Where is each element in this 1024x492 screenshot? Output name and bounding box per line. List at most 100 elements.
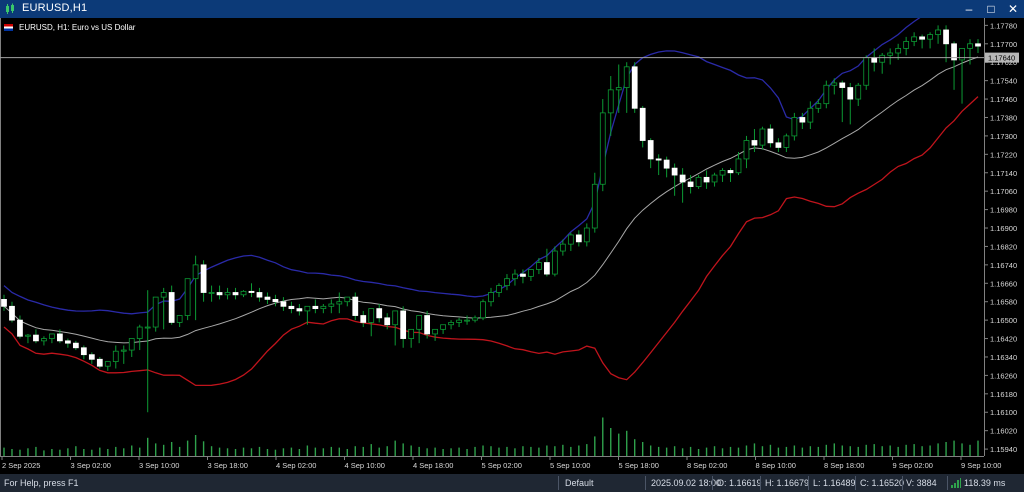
time-tick-label: 8 Sep 02:00 — [687, 461, 727, 470]
bear-candle — [57, 333, 63, 342]
price-tick-label: 1.16660 — [990, 279, 1017, 288]
minimize-button[interactable]: – — [958, 0, 980, 18]
bear-candle — [679, 174, 686, 183]
bull-candle — [240, 290, 247, 296]
close-button[interactable]: ✕ — [1002, 0, 1024, 18]
bull-candle — [304, 305, 311, 312]
bull-candle — [152, 296, 159, 328]
candlestick-app-icon — [6, 3, 14, 14]
bear-candle — [288, 305, 295, 310]
price-axis: 1.177801.177001.176201.175401.174601.173… — [984, 21, 1017, 454]
bull-candle — [41, 338, 47, 342]
bear-candle — [799, 117, 806, 123]
bull-candle — [783, 135, 790, 148]
status-bar: For Help, press F1 Default 2025.09.02 18… — [0, 474, 1024, 492]
bull-candle — [496, 285, 502, 293]
eurusd-flag-icon — [4, 24, 13, 32]
bear-candle — [33, 334, 39, 342]
bear-candle — [17, 319, 23, 337]
bull-candle — [967, 43, 973, 49]
bear-candle — [264, 296, 271, 300]
maximize-button[interactable]: □ — [980, 0, 1002, 18]
bear-candle — [96, 358, 103, 367]
bull-candle — [927, 34, 933, 40]
bear-candle — [1, 299, 7, 307]
time-tick-label: 3 Sep 18:00 — [208, 461, 248, 470]
time-tick-label: 9 Sep 02:00 — [893, 461, 933, 470]
bear-candle — [919, 36, 925, 40]
help-text: For Help, press F1 — [4, 478, 79, 488]
bear-candle — [72, 342, 79, 349]
time-tick-label: 5 Sep 18:00 — [619, 461, 659, 470]
bear-candle — [216, 292, 223, 296]
bull-candle — [320, 305, 327, 310]
bull-candle — [895, 47, 902, 54]
time-tick-label: 5 Sep 10:00 — [550, 461, 590, 470]
bull-candle — [599, 112, 606, 185]
bull-candle — [911, 36, 918, 42]
bull-candle — [128, 338, 135, 351]
bear-candle — [639, 107, 646, 141]
bull-candle — [416, 315, 423, 330]
bear-candle — [520, 273, 526, 277]
bear-candle — [168, 292, 175, 323]
bull-candle — [903, 41, 910, 49]
bull-candle — [615, 87, 622, 91]
bull-candle — [208, 292, 215, 294]
price-tick-label: 1.16980 — [990, 206, 1017, 215]
bear-candle — [88, 354, 95, 360]
bull-candle — [559, 243, 566, 252]
profile-name[interactable]: Default — [565, 474, 594, 492]
time-tick-label: 8 Sep 18:00 — [824, 461, 864, 470]
bear-candle — [424, 315, 431, 335]
price-tick-label: 1.17380 — [990, 113, 1017, 122]
time-tick-label: 9 Sep 10:00 — [961, 461, 1001, 470]
bull-candle — [176, 315, 183, 323]
bull-candle — [136, 326, 143, 339]
bull-candle — [504, 278, 510, 286]
price-chart[interactable]: 1.177801.177001.176201.175401.174601.173… — [0, 18, 1024, 474]
bull-candle — [567, 234, 574, 245]
bear-candle — [312, 305, 319, 310]
bar-datetime: 2025.09.02 18:00 — [651, 478, 722, 488]
bull-candle — [112, 350, 119, 362]
bear-candle — [871, 57, 878, 63]
bull-candle — [591, 183, 598, 229]
price-tick-label: 1.16260 — [990, 371, 1017, 380]
bull-candle — [583, 227, 590, 243]
bar-low: L: 1.16489 — [813, 478, 856, 488]
bear-candle — [384, 317, 391, 326]
bear-candle — [575, 234, 582, 243]
time-tick-label: 5 Sep 02:00 — [482, 461, 522, 470]
bull-candle — [815, 103, 822, 109]
bull-candle — [480, 301, 486, 319]
bull-candle — [831, 82, 838, 86]
bear-candle — [663, 159, 670, 169]
time-tick-label: 4 Sep 18:00 — [413, 461, 453, 470]
price-tick-label: 1.16500 — [990, 316, 1017, 325]
price-tick-label: 1.17060 — [990, 187, 1017, 196]
bull-candle — [432, 328, 438, 335]
bull-candle — [879, 54, 886, 63]
bull-candle — [711, 174, 718, 183]
bear-candle — [775, 142, 782, 148]
time-tick-label: 3 Sep 10:00 — [139, 461, 179, 470]
bull-candle — [25, 334, 31, 337]
bull-candle — [192, 264, 199, 280]
bear-candle — [200, 264, 207, 293]
bull-candle — [807, 107, 814, 123]
bear-candle — [248, 290, 255, 293]
bull-candle — [528, 269, 534, 277]
bull-candle — [935, 29, 941, 35]
bull-candle — [49, 333, 55, 339]
bear-candle — [296, 308, 303, 312]
bull-candle — [855, 84, 862, 100]
chart-window[interactable]: 1.17780 1.17700 1.17620 1.17540 1.17460 1.173… — [0, 18, 1024, 474]
bull-candle — [328, 303, 335, 307]
price-tick-label: 1.16820 — [990, 242, 1017, 251]
bull-candle — [863, 57, 870, 86]
bear-candle — [272, 299, 279, 303]
bear-candle — [687, 181, 694, 187]
price-tick-label: 1.17220 — [990, 150, 1017, 159]
bull-candle — [440, 324, 446, 330]
